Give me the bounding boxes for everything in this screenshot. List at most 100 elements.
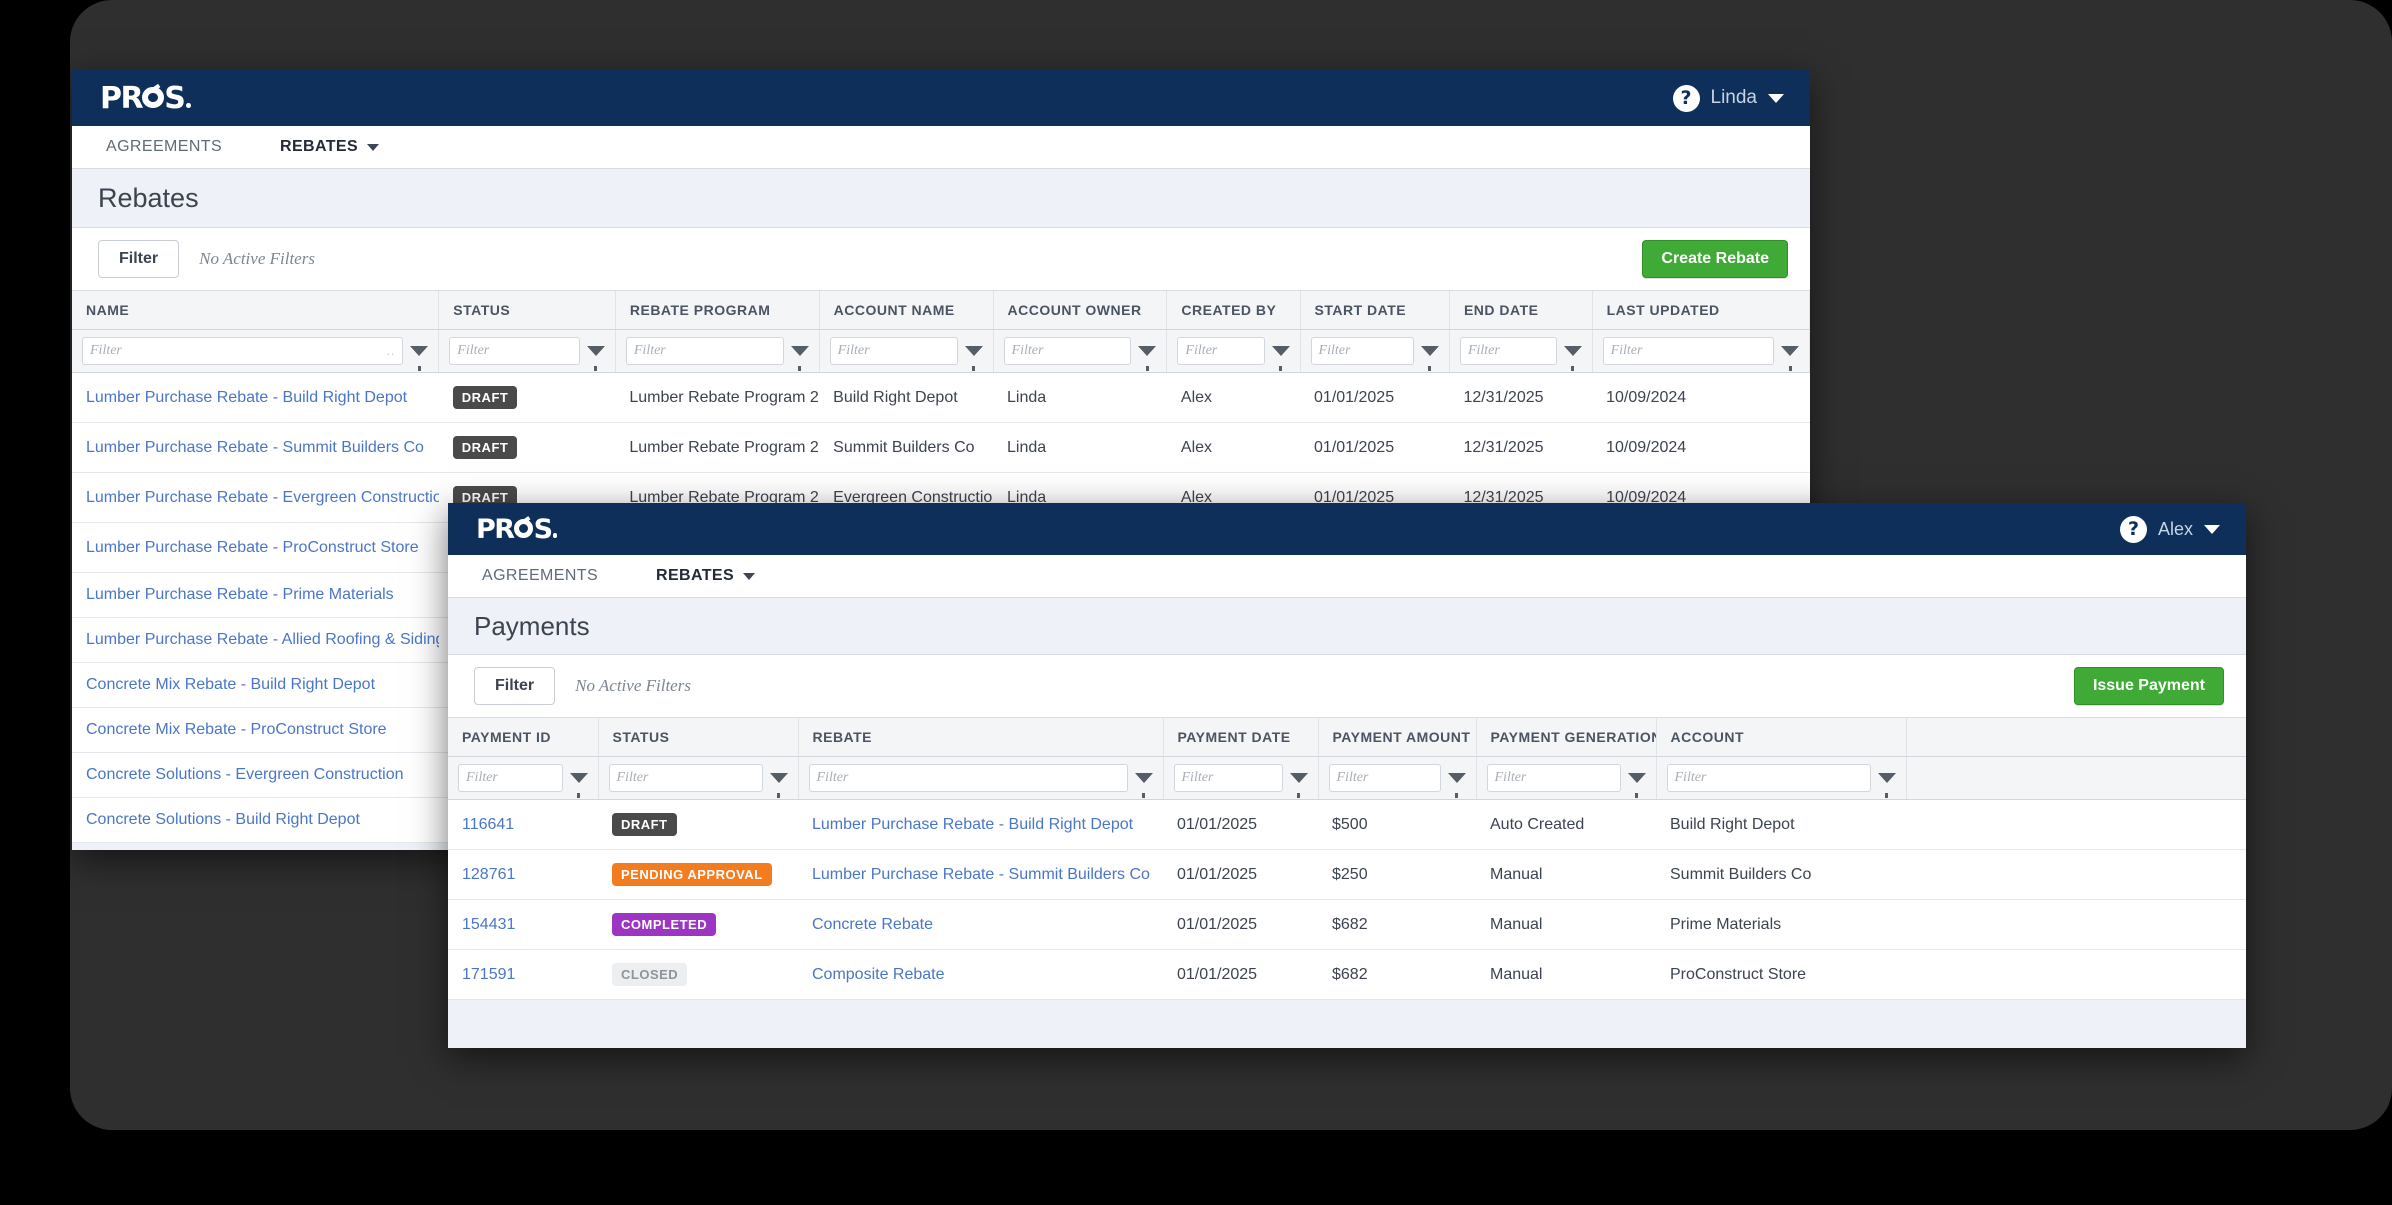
table-row[interactable]: 154431COMPLETEDConcrete Rebate01/01/2025… (448, 900, 2246, 950)
filter-placeholder: Filter (1012, 343, 1044, 359)
rebate-name: Concrete Solutions - Evergreen Construct… (72, 753, 439, 798)
rebates-filter-input[interactable]: Filter (1311, 337, 1414, 365)
rebate-name-link[interactable]: Lumber Purchase Rebate - Evergreen Const… (86, 489, 439, 506)
rebates-column-header[interactable]: LAST UPDATED (1592, 291, 1809, 330)
issue-payment-button[interactable]: Issue Payment (2074, 667, 2224, 705)
rebates-filter-input[interactable]: Filter (449, 337, 580, 365)
payments-filter-input[interactable]: Filter (609, 764, 763, 792)
rebates-column-header[interactable]: ACCOUNT OWNER (993, 291, 1167, 330)
chevron-down-icon[interactable] (367, 144, 379, 151)
rebate-name-link[interactable]: Lumber Purchase Rebate - Allied Roofing … (86, 631, 439, 648)
filter-button[interactable]: Filter (474, 667, 555, 705)
payment-rebate-link[interactable]: Lumber Purchase Rebate - Summit Builders… (812, 866, 1150, 883)
help-icon[interactable]: ? (1673, 85, 1700, 112)
payment-rebate-link[interactable]: Concrete Rebate (812, 916, 933, 933)
rebates-column-header[interactable]: REBATE PROGRAM (615, 291, 819, 330)
payments-filter-input[interactable]: Filter (1329, 764, 1441, 792)
resize-handle[interactable]: .. (387, 343, 396, 359)
payments-filter-input[interactable]: Filter (809, 764, 1128, 792)
filter-funnel-icon[interactable] (1138, 346, 1156, 356)
rebates-user-menu[interactable]: ? Linda (1673, 85, 1785, 112)
rebate-name-link[interactable]: Concrete Mix Rebate - Build Right Depot (86, 676, 375, 693)
table-row[interactable]: Lumber Purchase Rebate - Summit Builders… (72, 423, 1810, 473)
filter-funnel-icon[interactable] (1290, 773, 1308, 783)
payments-column-header[interactable]: PAYMENT AMOUNT (1318, 718, 1476, 757)
rebate-name-link[interactable]: Concrete Solutions - Build Right Depot (86, 811, 360, 828)
filter-funnel-icon[interactable] (1272, 346, 1290, 356)
table-row[interactable]: Lumber Purchase Rebate - Build Right Dep… (72, 373, 1810, 423)
filter-funnel-icon[interactable] (587, 346, 605, 356)
rebate-name-link[interactable]: Lumber Purchase Rebate - ProConstruct St… (86, 539, 419, 556)
payments-column-header[interactable]: PAYMENT ID (448, 718, 598, 757)
filter-funnel-icon[interactable] (1564, 346, 1582, 356)
filter-funnel-icon[interactable] (791, 346, 809, 356)
payments-user-menu[interactable]: ? Alex (2120, 516, 2220, 543)
create-rebate-button[interactable]: Create Rebate (1642, 240, 1788, 278)
payment-rebate-link[interactable]: Composite Rebate (812, 966, 945, 983)
rebates-column-header[interactable]: CREATED BY (1167, 291, 1300, 330)
payments-filter-input[interactable]: Filter (1487, 764, 1621, 792)
rebate-name-link[interactable]: Concrete Mix Rebate - ProConstruct Store (86, 721, 387, 738)
payment-id-link[interactable]: 128761 (462, 866, 515, 883)
payments-grid-container: PAYMENT IDSTATUSREBATEPAYMENT DATEPAYMEN… (448, 718, 2246, 1048)
rebates-column-header[interactable]: STATUS (439, 291, 616, 330)
payments-column-header[interactable] (1906, 718, 2246, 757)
filter-funnel-icon[interactable] (570, 773, 588, 783)
help-icon[interactable]: ? (2120, 516, 2147, 543)
rebates-filter-input[interactable]: Filter (830, 337, 958, 365)
rebates-column-header[interactable]: START DATE (1300, 291, 1449, 330)
payments-column-header[interactable]: REBATE (798, 718, 1163, 757)
logo-dot-icon (553, 533, 557, 537)
rebate-name-link[interactable]: Lumber Purchase Rebate - Prime Materials (86, 586, 394, 603)
rebate-name-link[interactable]: Lumber Purchase Rebate - Summit Builders… (86, 439, 424, 456)
filter-button[interactable]: Filter (98, 240, 179, 278)
filter-funnel-icon[interactable] (1781, 346, 1799, 356)
rebates-filter-input[interactable]: Filter (1460, 337, 1557, 365)
rebates-filter-input[interactable]: Filter (1004, 337, 1132, 365)
filter-funnel-icon[interactable] (1421, 346, 1439, 356)
rebates-filter-input[interactable]: Filter (1603, 337, 1774, 365)
nav-item-agreements[interactable]: AGREEMENTS (94, 126, 234, 168)
filter-funnel-icon[interactable] (1878, 773, 1896, 783)
rebates-filter-input[interactable]: Filter (1177, 337, 1264, 365)
filter-control: Filter (809, 764, 1153, 792)
rebates-column-header[interactable]: NAME (72, 291, 439, 330)
rebate-name-link[interactable]: Concrete Solutions - Evergreen Construct… (86, 766, 404, 783)
payment-rebate-link[interactable]: Lumber Purchase Rebate - Build Right Dep… (812, 816, 1133, 833)
rebate-account-name: Summit Builders Co (819, 423, 993, 473)
payments-filter-input[interactable]: Filter (1174, 764, 1283, 792)
chevron-down-icon[interactable] (1768, 94, 1784, 103)
payments-filter-input[interactable]: Filter (1667, 764, 1871, 792)
table-row[interactable]: 116641DRAFTLumber Purchase Rebate - Buil… (448, 800, 2246, 850)
chevron-down-icon[interactable] (2204, 525, 2220, 534)
filter-funnel-icon[interactable] (1628, 773, 1646, 783)
filter-funnel-icon[interactable] (1135, 773, 1153, 783)
payments-column-header[interactable]: PAYMENT GENERATION (1476, 718, 1656, 757)
table-row[interactable]: 171591CLOSEDComposite Rebate01/01/2025$6… (448, 950, 2246, 1000)
chevron-down-icon[interactable] (743, 573, 755, 580)
filter-funnel-icon[interactable] (770, 773, 788, 783)
filter-control: Filter.. (82, 337, 428, 365)
payments-column-header[interactable]: STATUS (598, 718, 798, 757)
rebates-column-header[interactable]: END DATE (1449, 291, 1592, 330)
rebates-filter-input[interactable]: Filter (626, 337, 784, 365)
nav-item-agreements[interactable]: AGREEMENTS (470, 555, 610, 597)
nav-item-rebates[interactable]: REBATES (268, 126, 391, 168)
nav-item-rebates[interactable]: REBATES (644, 555, 767, 597)
nav-item-rebates-label: REBATES (656, 567, 734, 585)
filter-funnel-icon[interactable] (1448, 773, 1466, 783)
payments-filter-input[interactable]: Filter (458, 764, 563, 792)
rebate-name-link[interactable]: Lumber Purchase Rebate - Build Right Dep… (86, 389, 407, 406)
payments-column-header[interactable]: ACCOUNT (1656, 718, 1906, 757)
payments-column-header[interactable]: PAYMENT DATE (1163, 718, 1318, 757)
rebates-filter-input[interactable]: Filter.. (82, 337, 403, 365)
payment-id-link[interactable]: 116641 (462, 816, 514, 833)
payment-id-link[interactable]: 154431 (462, 916, 515, 933)
filter-funnel-icon[interactable] (410, 346, 428, 356)
rebates-filter-cell: Filter (615, 330, 819, 373)
payment-id-link[interactable]: 171591 (462, 966, 515, 983)
rebates-column-header[interactable]: ACCOUNT NAME (819, 291, 993, 330)
filter-funnel-icon[interactable] (965, 346, 983, 356)
rebates-filter-cell: Filter (1300, 330, 1449, 373)
table-row[interactable]: 128761PENDING APPROVALLumber Purchase Re… (448, 850, 2246, 900)
